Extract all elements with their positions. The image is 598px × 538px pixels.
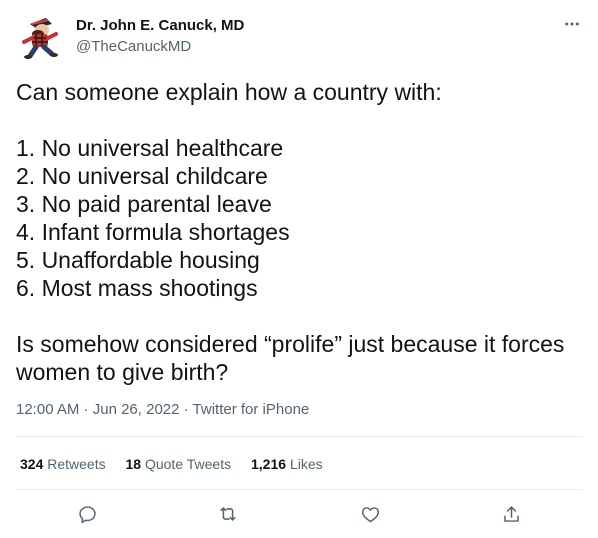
avatar[interactable]: [16, 12, 64, 60]
likes-stat[interactable]: 1,216 Likes: [251, 454, 323, 474]
action-bar: [16, 492, 582, 536]
list-item: 1. No universal healthcare: [16, 135, 284, 161]
meta-separator: ·: [79, 401, 93, 418]
tweet-list: 1. No universal healthcare 2. No univers…: [16, 134, 576, 302]
more-options-button[interactable]: [562, 14, 582, 34]
tweet-meta: 12:00 AM · Jun 26, 2022 · Twitter for iP…: [16, 400, 309, 420]
list-item: 5. Unaffordable housing: [16, 247, 260, 273]
retweets-count: 324: [20, 456, 44, 472]
list-item: 4. Infant formula shortages: [16, 219, 290, 245]
retweet-button[interactable]: [216, 502, 240, 526]
more-horizontal-icon: [565, 22, 579, 26]
heart-icon: [361, 506, 379, 522]
tweet-source[interactable]: Twitter for iPhone: [193, 401, 310, 418]
divider: [16, 489, 582, 490]
likes-label: Likes: [289, 456, 323, 472]
reply-button[interactable]: [75, 502, 99, 526]
list-item: 3. No paid parental leave: [16, 191, 272, 217]
tweet-intro: Can someone explain how a country with:: [16, 79, 442, 105]
handle[interactable]: @TheCanuckMD: [76, 37, 244, 57]
retweets-label: Retweets: [47, 456, 106, 472]
tweet-stats: 324 Retweets 18 Quote Tweets 1,216 Likes: [20, 454, 339, 474]
divider: [16, 436, 582, 437]
tweet-closing-line-2: women to give birth?: [16, 359, 229, 385]
author-info[interactable]: Dr. John E. Canuck, MD @TheCanuckMD: [76, 16, 244, 57]
list-item: 2. No universal childcare: [16, 163, 268, 189]
list-item: 6. Most mass shootings: [16, 275, 258, 301]
retweets-stat[interactable]: 324 Retweets: [20, 454, 106, 474]
display-name[interactable]: Dr. John E. Canuck, MD: [76, 16, 244, 36]
quote-tweets-count: 18: [125, 456, 142, 472]
reply-icon: [78, 505, 96, 523]
tweet-time[interactable]: 12:00 AM: [16, 401, 79, 418]
share-button[interactable]: [499, 502, 523, 526]
tweet-date[interactable]: Jun 26, 2022: [93, 401, 180, 418]
quote-tweets-stat[interactable]: 18 Quote Tweets: [126, 454, 232, 474]
cartoon-character-avatar-icon: [22, 18, 58, 59]
tweet-card: Dr. John E. Canuck, MD @TheCanuckMD Can …: [0, 0, 598, 538]
likes-count: 1,216: [251, 456, 287, 472]
share-icon: [503, 505, 519, 522]
quote-tweets-label: Quote Tweets: [144, 456, 232, 472]
retweet-icon: [220, 507, 236, 521]
tweet-closing-line-1: Is somehow considered “prolife” just bec…: [16, 331, 565, 357]
tweet-text: Can someone explain how a country with: …: [16, 78, 576, 386]
like-button[interactable]: [358, 502, 382, 526]
meta-separator: ·: [179, 401, 193, 418]
